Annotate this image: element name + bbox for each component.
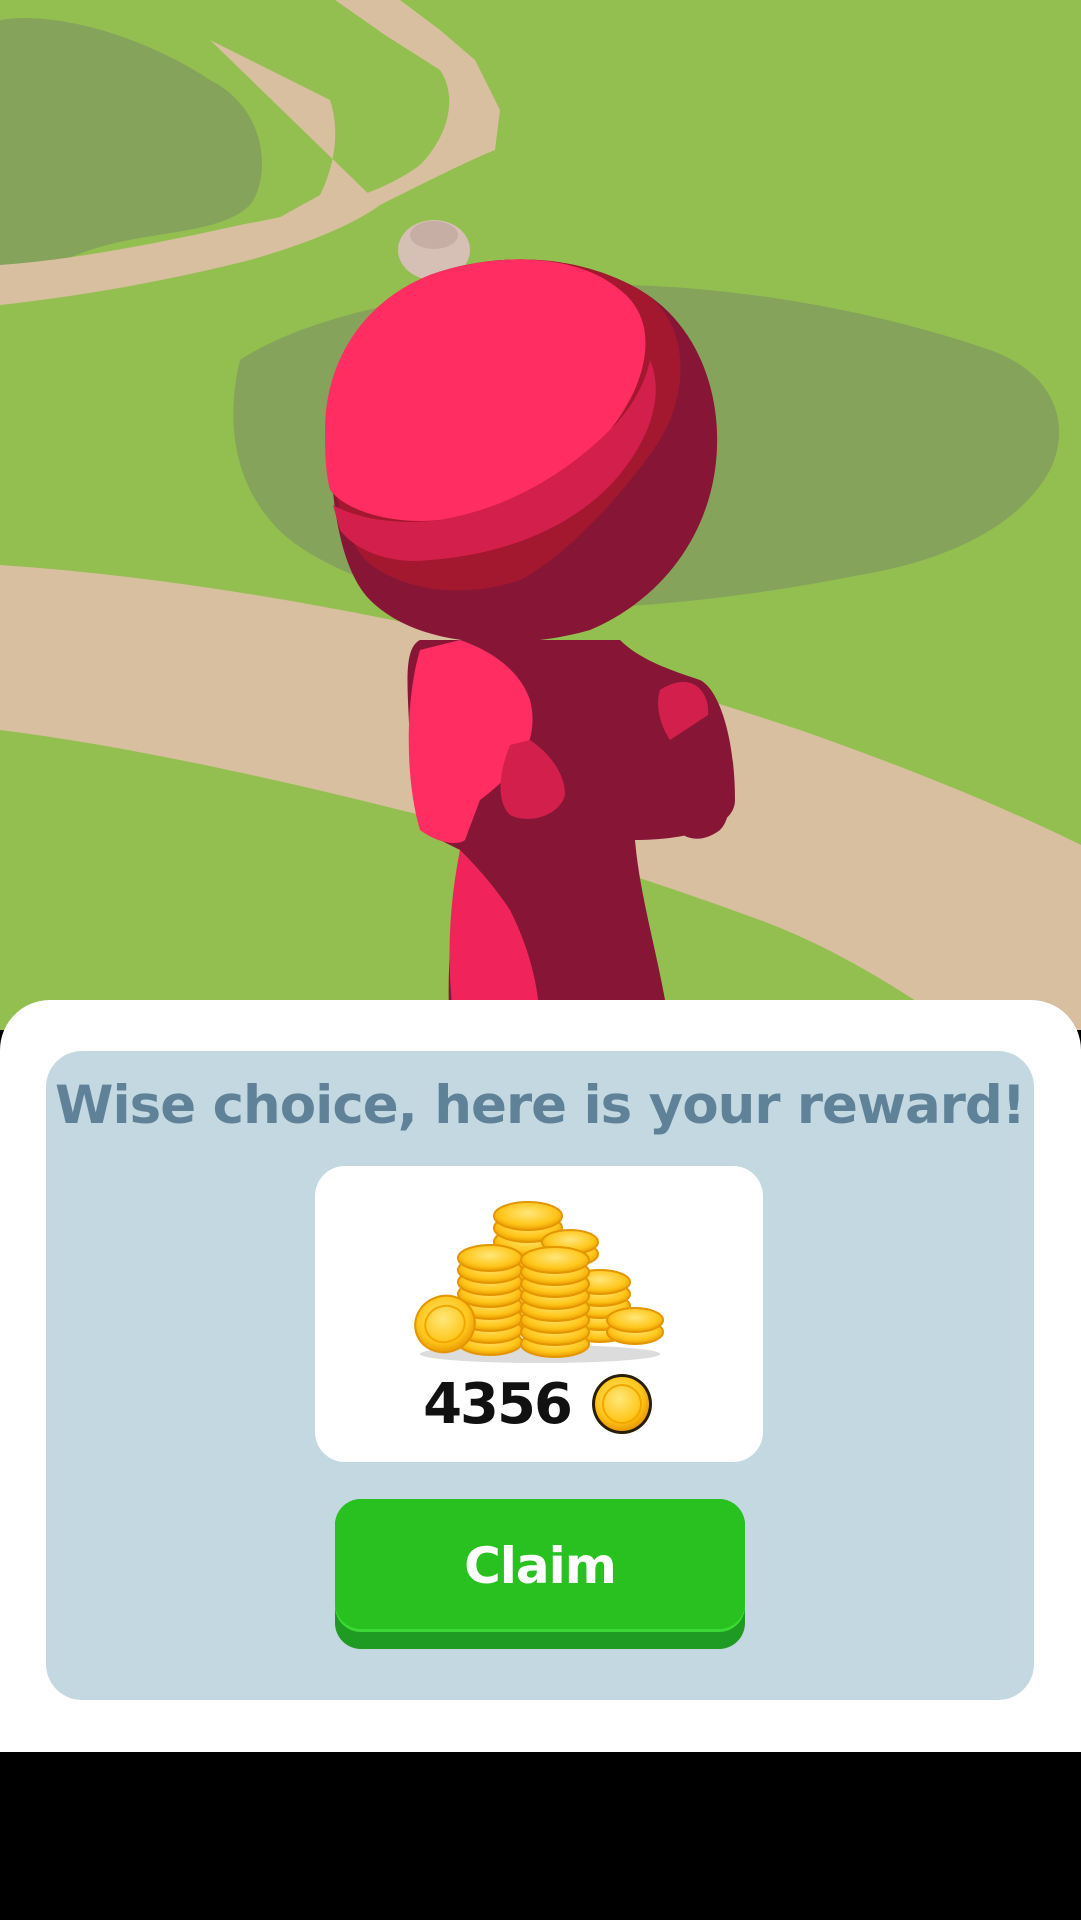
navigation-bar-area: [0, 1752, 1081, 1920]
coin-pile-icon: [414, 1201, 664, 1363]
reward-card: 4356: [315, 1166, 763, 1462]
rock-top: [410, 221, 458, 249]
claim-button[interactable]: Claim: [335, 1499, 745, 1649]
reward-popup: Wise choice, here is your reward! 4356 C…: [0, 1000, 1081, 1752]
reward-title: Wise choice, here is your reward!: [55, 1075, 1026, 1136]
reward-amount-row: 4356: [315, 1366, 763, 1442]
reward-amount: 4356: [423, 1371, 573, 1437]
claim-button-face[interactable]: Claim: [335, 1499, 745, 1632]
game-scene: [0, 0, 1081, 1030]
reward-popup-body: Wise choice, here is your reward! 4356 C…: [46, 1051, 1034, 1700]
claim-button-label: Claim: [464, 1536, 617, 1595]
gold-coin-icon: [591, 1374, 652, 1434]
game-screen: Wise choice, here is your reward! 4356 C…: [0, 0, 1081, 1920]
